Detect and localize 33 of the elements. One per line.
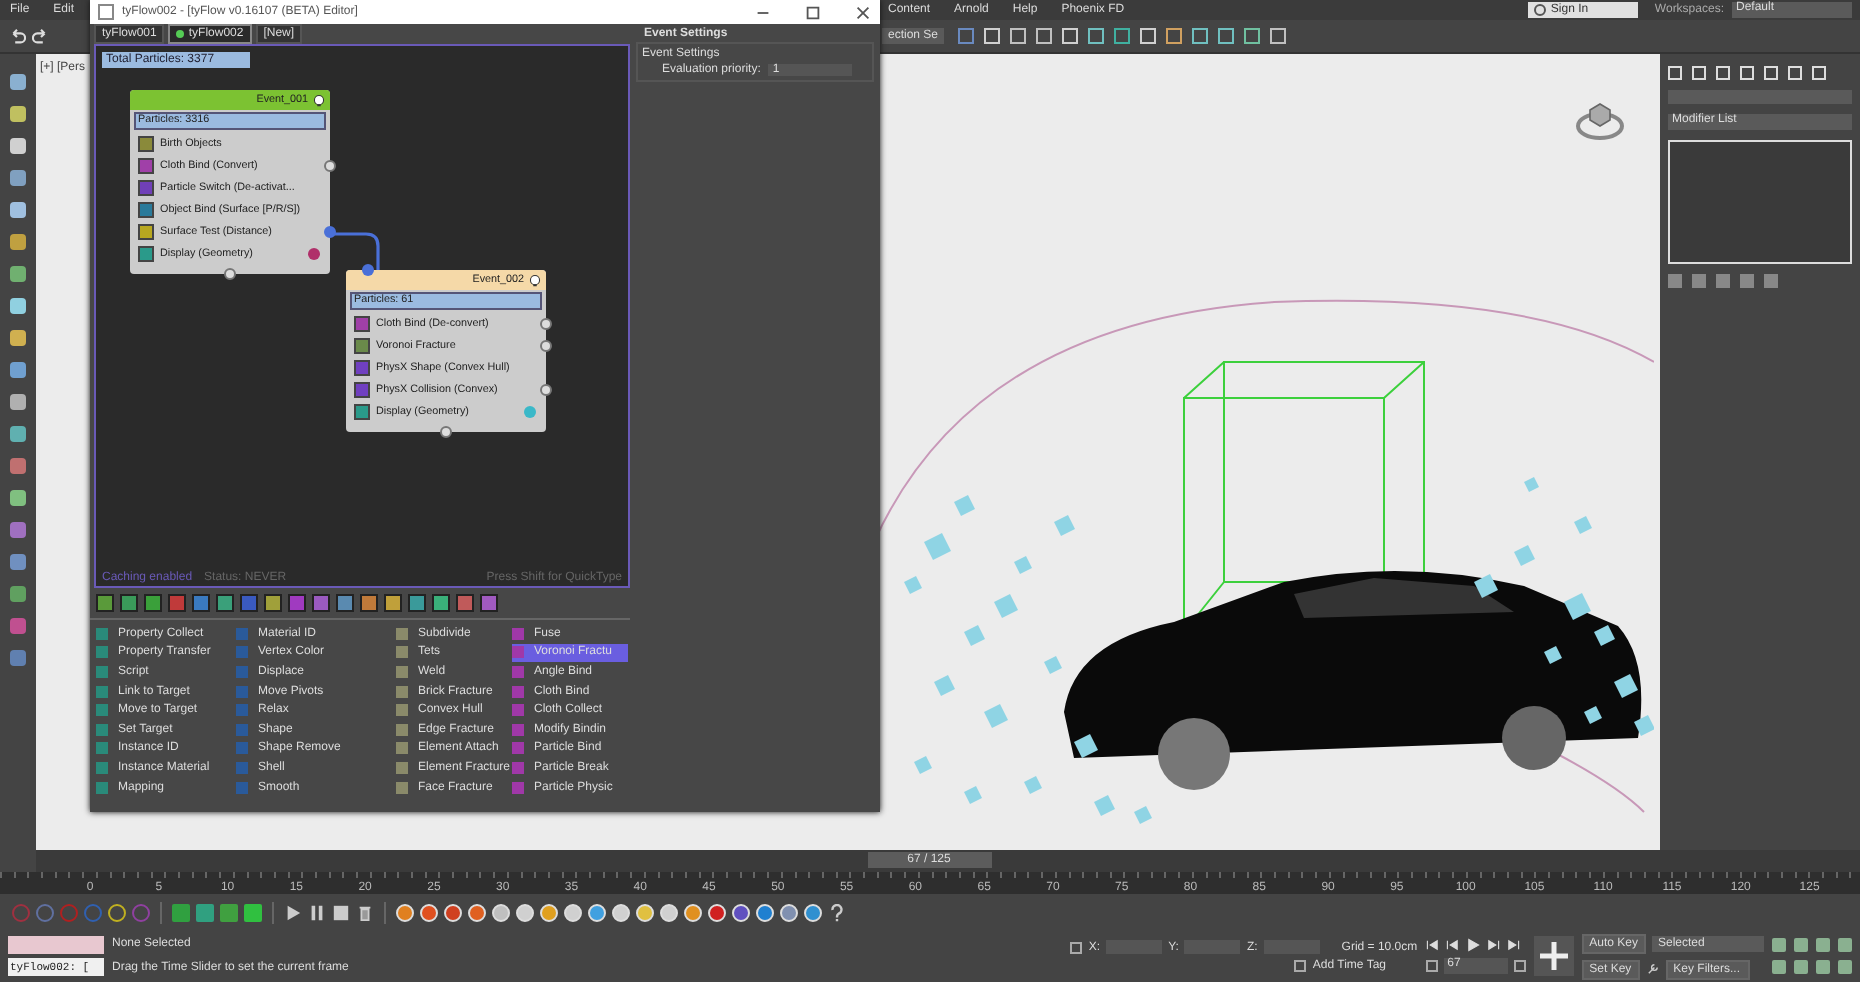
node-canvas[interactable] — [94, 44, 630, 588]
trash-icon[interactable] — [356, 903, 374, 921]
user-icon — [1534, 4, 1547, 16]
bulb-icon[interactable] — [528, 273, 542, 287]
input-port-icon[interactable] — [440, 426, 452, 438]
playback-icon[interactable] — [1445, 938, 1460, 952]
input-port-icon[interactable] — [362, 264, 374, 276]
modifier-stack-list[interactable] — [1668, 140, 1852, 264]
output-port-icon[interactable] — [324, 159, 336, 171]
playback-icon[interactable] — [1425, 938, 1440, 952]
stop-icon[interactable] — [332, 903, 350, 921]
playback-icon[interactable] — [1505, 938, 1520, 952]
display-color-dot[interactable] — [308, 247, 320, 259]
playback-icon[interactable] — [1485, 938, 1500, 952]
play-icon[interactable] — [284, 903, 302, 921]
redo-icon[interactable] — [32, 27, 50, 45]
maximize-icon[interactable] — [804, 3, 822, 21]
bulb-icon[interactable] — [312, 93, 326, 107]
input-port-icon[interactable] — [224, 268, 236, 280]
set-key-plus-icon[interactable] — [1533, 936, 1574, 976]
app-icon — [98, 4, 114, 20]
help-icon[interactable] — [828, 903, 846, 921]
pause-icon[interactable] — [308, 903, 326, 921]
script-listener-field[interactable] — [8, 936, 104, 954]
display-color-dot[interactable] — [524, 405, 536, 417]
output-port-icon[interactable] — [540, 317, 552, 329]
key-icon[interactable] — [1645, 962, 1660, 976]
output-port-icon[interactable] — [540, 339, 552, 351]
output-port-icon[interactable] — [540, 383, 552, 395]
output-port-icon[interactable] — [324, 225, 336, 237]
undo-icon[interactable] — [8, 27, 26, 45]
close-icon[interactable] — [854, 3, 872, 21]
playback-icon[interactable] — [1465, 938, 1480, 952]
